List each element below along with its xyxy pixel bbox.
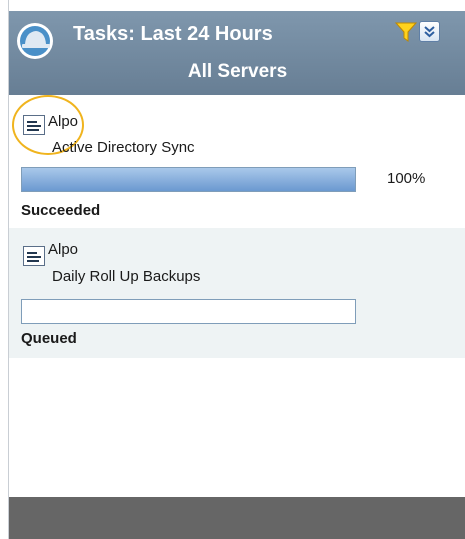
task-status: Queued (21, 330, 77, 347)
progress-bar (21, 299, 356, 324)
task-name: Daily Roll Up Backups (52, 268, 201, 285)
task-server: Alpo (48, 113, 79, 130)
task-list-icon (23, 115, 45, 135)
task-server: Alpo (48, 241, 79, 258)
task-list-icon (23, 246, 45, 266)
task-status: Succeeded (21, 202, 101, 219)
panel-header: Tasks: Last 24 Hours All Servers (9, 11, 465, 95)
progress-bar (21, 167, 356, 192)
progress-fill (22, 168, 355, 191)
task-item[interactable]: Alpo Daily Roll Up Backups Queued (9, 228, 465, 358)
panel-subtitle: All Servers (187, 61, 288, 82)
task-name: Active Directory Sync (52, 139, 195, 156)
hard-hat-icon (17, 23, 53, 59)
chevron-double-down-icon[interactable] (419, 21, 440, 42)
filter-icon[interactable] (395, 21, 417, 43)
panel-footer (9, 497, 465, 539)
progress-percent: 100% (387, 170, 426, 187)
task-item[interactable]: Alpo Active Directory Sync 100% Succeede… (9, 95, 465, 228)
panel-title: Tasks: Last 24 Hours (73, 23, 273, 45)
task-panel: Tasks: Last 24 Hours All Servers Alpo Ac… (8, 0, 465, 539)
